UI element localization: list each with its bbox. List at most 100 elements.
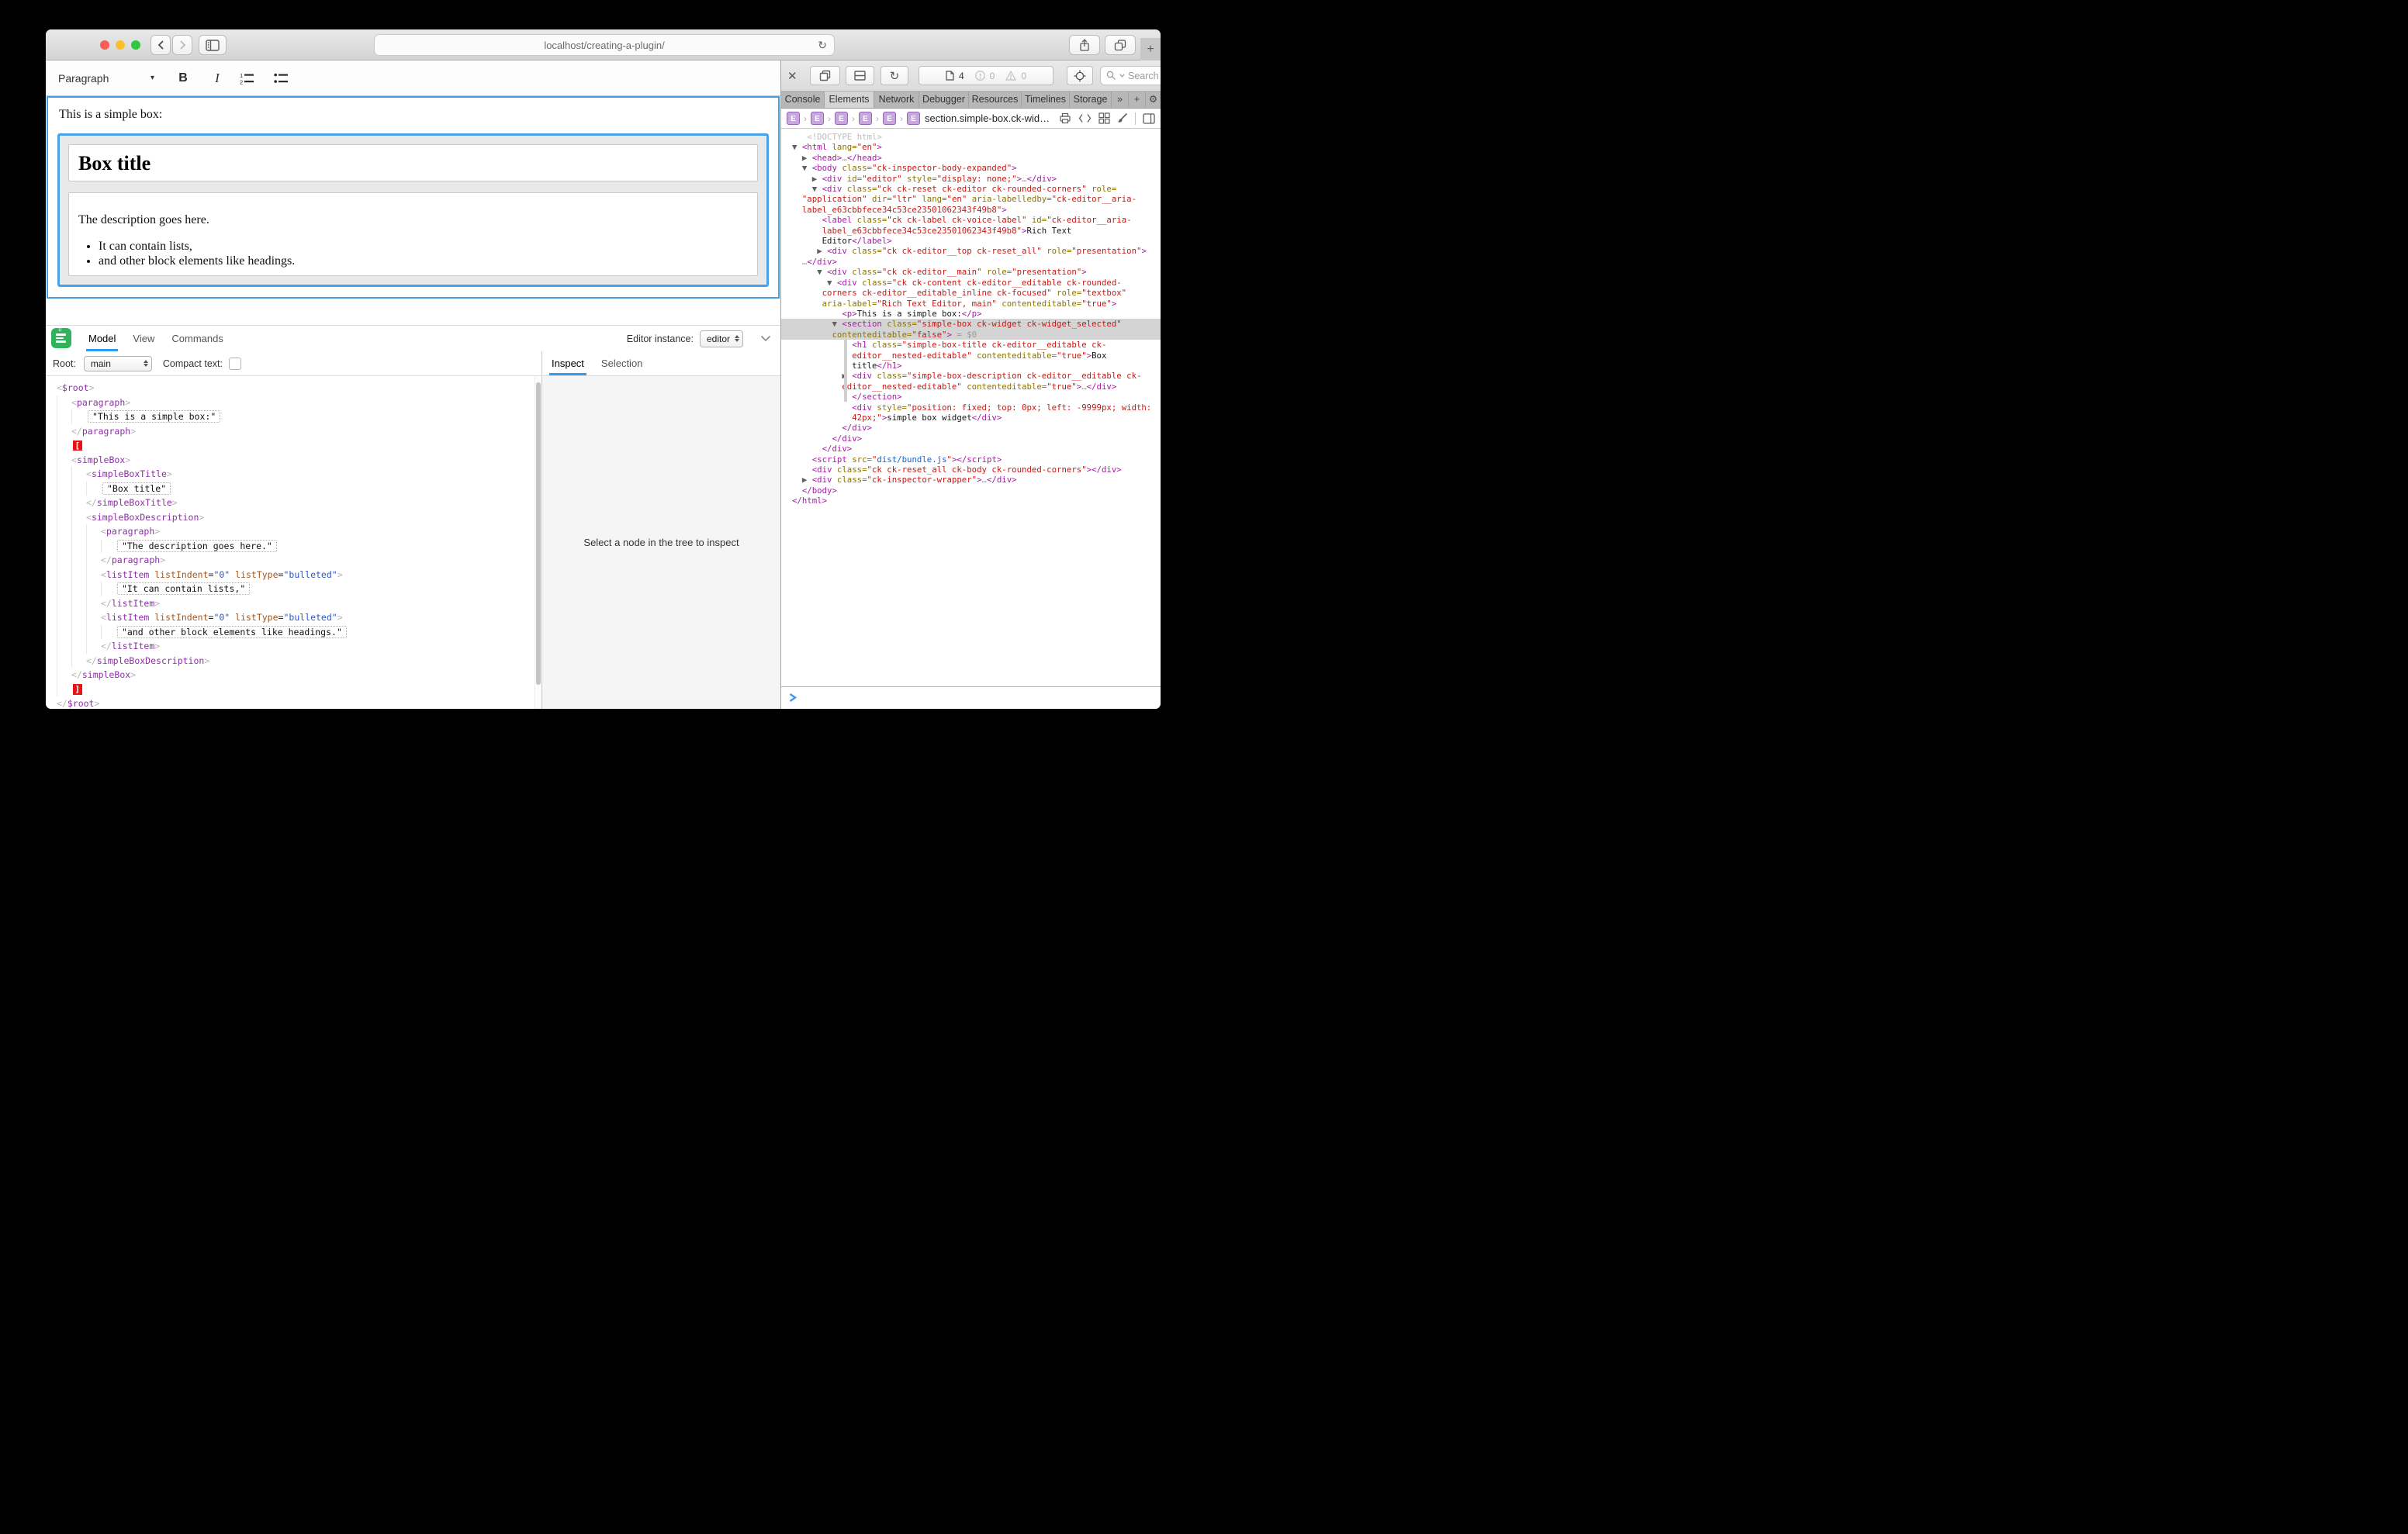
- inspector-tab-view[interactable]: View: [133, 326, 154, 351]
- undock-button[interactable]: [810, 66, 840, 85]
- inspector-tab-commands[interactable]: Commands: [171, 326, 223, 351]
- dock-to-bottom-button[interactable]: [846, 66, 874, 85]
- devtools-settings-gear-icon[interactable]: ⚙: [1146, 92, 1161, 108]
- dom-node-row[interactable]: </body>: [781, 485, 1161, 496]
- devtools-tab-timelines[interactable]: Timelines: [1022, 92, 1070, 108]
- dom-node-row[interactable]: </section>: [781, 392, 1161, 402]
- devtools-tab-elements[interactable]: Elements: [825, 92, 874, 108]
- close-devtools-button[interactable]: ✕: [787, 69, 801, 83]
- dom-node-row[interactable]: "application" dir="ltr" lang="en" aria-l…: [781, 194, 1161, 204]
- dom-node-row[interactable]: </html>: [781, 496, 1161, 506]
- dom-node-row[interactable]: <div class="ck ck-reset_all ck-body ck-r…: [781, 465, 1161, 475]
- quick-console[interactable]: [781, 686, 1161, 709]
- layout-grid-icon[interactable]: [1098, 112, 1110, 124]
- new-tab-button[interactable]: +: [1140, 38, 1161, 60]
- inspector-tab-model[interactable]: Model: [88, 326, 116, 351]
- model-tree-node[interactable]: "This is a simple box:": [57, 409, 535, 424]
- element-picker-button[interactable]: [1067, 66, 1093, 85]
- forward-button[interactable]: [172, 35, 192, 55]
- numbered-list-button[interactable]: 1 2: [240, 72, 263, 85]
- zoom-window-button[interactable]: [131, 40, 140, 50]
- model-tree-node[interactable]: <simpleBoxTitle>: [57, 467, 535, 482]
- print-icon[interactable]: [1059, 112, 1071, 124]
- breadcrumb-element-badge[interactable]: E: [787, 112, 800, 125]
- dom-node-row[interactable]: <script src="dist/bundle.js"></script>: [781, 454, 1161, 465]
- model-tree-node[interactable]: </$root>: [57, 696, 535, 709]
- details-sidebar-toggle-icon[interactable]: [1143, 113, 1155, 124]
- model-tree-scrollbar[interactable]: [535, 376, 541, 709]
- dom-node-row[interactable]: ▼ <html lang="en">: [781, 142, 1161, 152]
- dom-node-row[interactable]: <p>This is a simple box:</p>: [781, 309, 1161, 319]
- intro-paragraph[interactable]: This is a simple box:: [59, 107, 769, 123]
- italic-button[interactable]: I: [206, 71, 229, 86]
- model-tree-node[interactable]: <paragraph>: [57, 396, 535, 410]
- model-tree-node[interactable]: "Box title": [57, 482, 535, 496]
- dom-node-row[interactable]: label_e63cbbfece34c53ce23501062343f49b8"…: [781, 205, 1161, 215]
- rich-text-editable[interactable]: This is a simple box: Box title The desc…: [47, 96, 780, 299]
- dom-node-row[interactable]: ▼ <div class="ck ck-content ck-editor__e…: [781, 278, 1161, 288]
- model-tree-node[interactable]: </paragraph>: [57, 553, 535, 568]
- dom-node-row[interactable]: corners ck-editor__editable_inline ck-fo…: [781, 288, 1161, 298]
- breadcrumb-element-badge[interactable]: E: [835, 112, 848, 125]
- back-button[interactable]: [150, 35, 171, 55]
- inspect-tab-inspect[interactable]: Inspect: [552, 351, 584, 375]
- show-source-code-icon[interactable]: [1078, 113, 1092, 123]
- root-select[interactable]: main: [84, 356, 152, 371]
- breadcrumb-element-badge[interactable]: E: [907, 112, 920, 125]
- tab-overflow-button[interactable]: »: [1112, 92, 1129, 108]
- tab-overview-button[interactable]: [1105, 35, 1136, 55]
- breadcrumb-element-badge[interactable]: E: [859, 112, 872, 125]
- dom-node-row[interactable]: ▼ <div class="ck ck-editor__main" role="…: [781, 267, 1161, 277]
- dom-node-row[interactable]: <h1 class="simple-box-title ck-editor__e…: [781, 340, 1161, 350]
- styles-brush-icon[interactable]: [1117, 112, 1128, 124]
- heading-dropdown[interactable]: Paragraph ▾: [58, 72, 154, 85]
- dom-node-row[interactable]: <label class="ck ck-label ck-voice-label…: [781, 215, 1161, 225]
- bold-button[interactable]: B: [171, 71, 195, 85]
- breadcrumb-element-badge[interactable]: E: [811, 112, 824, 125]
- minimize-window-button[interactable]: [116, 40, 125, 50]
- issues-summary-button[interactable]: 4 0 0: [919, 66, 1054, 85]
- inspect-tab-selection[interactable]: Selection: [601, 351, 642, 375]
- model-tree-node[interactable]: </listItem>: [57, 639, 535, 654]
- model-tree-node[interactable]: </simpleBoxTitle>: [57, 496, 535, 510]
- simple-box-description-editable[interactable]: The description goes here. It can contai…: [68, 192, 758, 276]
- devtools-reload-button[interactable]: ↻: [881, 66, 908, 85]
- dom-node-row[interactable]: editor__nested-editable" contenteditable…: [781, 351, 1161, 361]
- editor-instance-select[interactable]: editor: [700, 330, 743, 347]
- model-tree-node[interactable]: <simpleBoxDescription>: [57, 510, 535, 525]
- scrollbar-thumb[interactable]: [536, 382, 541, 685]
- dom-node-row[interactable]: ▶ <head>…</head>: [781, 153, 1161, 163]
- compact-text-checkbox[interactable]: [229, 358, 241, 370]
- model-tree-node[interactable]: [: [57, 438, 535, 453]
- model-tree-node[interactable]: <simpleBox>: [57, 453, 535, 468]
- breadcrumb-selected-node[interactable]: section.simple-box.ck-wid…: [925, 112, 1050, 124]
- simple-box-title-editable[interactable]: Box title: [68, 144, 758, 181]
- dom-node-row[interactable]: Editor</label>: [781, 236, 1161, 246]
- model-tree-node[interactable]: <listItem listIndent="0" listType="bulle…: [57, 568, 535, 582]
- add-devtools-tab-button[interactable]: +: [1129, 92, 1146, 108]
- model-tree-node[interactable]: </paragraph>: [57, 424, 535, 439]
- devtools-search-field[interactable]: Search: [1100, 66, 1161, 85]
- dom-node-row[interactable]: contenteditable="false"> = $0: [781, 330, 1161, 340]
- model-tree-node[interactable]: </simpleBox>: [57, 668, 535, 682]
- dom-node-row[interactable]: </div>: [781, 434, 1161, 444]
- reload-icon[interactable]: ↻: [818, 39, 827, 52]
- dom-node-row[interactable]: aria-label="Rich Text Editor, main" cont…: [781, 299, 1161, 309]
- model-tree-node[interactable]: </listItem>: [57, 596, 535, 611]
- sidebar-toggle-button[interactable]: [199, 35, 227, 55]
- model-tree-node[interactable]: "It can contain lists,": [57, 582, 535, 596]
- dom-node-row[interactable]: <div style="position: fixed; top: 0px; l…: [781, 403, 1161, 413]
- dom-node-row[interactable]: label_e63cbbfece34c53ce23501062343f49b8"…: [781, 226, 1161, 236]
- close-window-button[interactable]: [100, 40, 109, 50]
- dom-node-row[interactable]: <!DOCTYPE html>: [781, 132, 1161, 142]
- dom-node-row[interactable]: ▶ <div class="ck-inspector-wrapper">…</d…: [781, 475, 1161, 485]
- devtools-tab-debugger[interactable]: Debugger: [919, 92, 969, 108]
- bulleted-list-button[interactable]: [274, 72, 297, 85]
- dom-node-row[interactable]: ▶ <div id="editor" style="display: none;…: [781, 174, 1161, 184]
- devtools-tab-storage[interactable]: Storage: [1070, 92, 1112, 108]
- dom-node-row[interactable]: 42px;">simple box widget</div>: [781, 413, 1161, 423]
- model-tree-node[interactable]: <listItem listIndent="0" listType="bulle…: [57, 610, 535, 625]
- share-button[interactable]: [1069, 35, 1100, 55]
- model-tree-node[interactable]: <paragraph>: [57, 524, 535, 539]
- model-tree-node[interactable]: "The description goes here.": [57, 539, 535, 554]
